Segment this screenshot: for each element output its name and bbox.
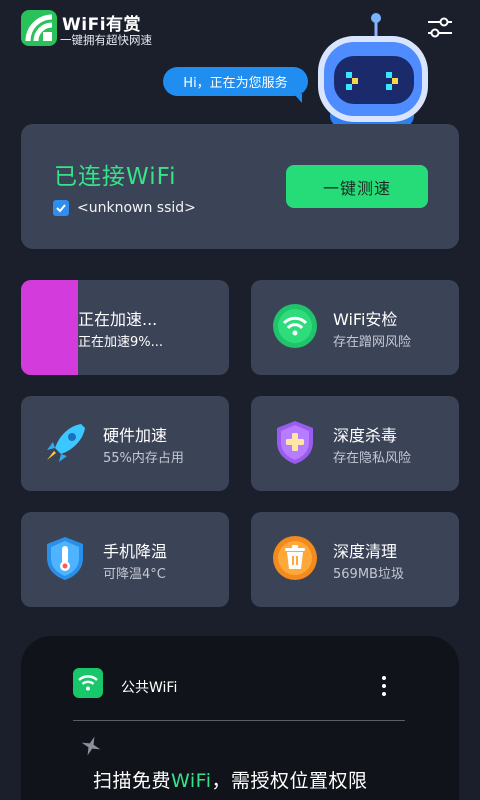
ssid-row: <unknown ssid> [53, 200, 196, 216]
feature-card-cooling[interactable]: 手机降温 可降温4°C [21, 512, 229, 607]
feature-card-cleaning[interactable]: 深度清理 569MB垃圾 [251, 512, 459, 607]
hardware-title: 硬件加速 [103, 426, 168, 445]
sliders-icon[interactable] [426, 14, 454, 42]
hardware-subtitle: 55%内存占用 [103, 451, 184, 466]
thermometer-shield-icon [41, 534, 89, 582]
antivirus-title: 深度杀毒 [333, 426, 398, 445]
feature-card-accelerate[interactable]: 正在加速... 正在加速9%... [21, 280, 229, 375]
wifi-list-panel: 公共WiFi 扫描免费WiFi，需授权位置权限 [21, 636, 459, 800]
scan-suffix: ，需授权位置权限 [211, 770, 368, 792]
more-vertical-icon[interactable] [376, 674, 392, 698]
trash-icon [271, 534, 319, 582]
connection-card: 已连接WiFi <unknown ssid> 一键测速 [21, 124, 459, 249]
app-logo [21, 10, 57, 46]
shield-plus-icon [271, 418, 319, 466]
rocket-icon [41, 418, 89, 466]
wifi-icon [73, 668, 103, 698]
scan-highlight: WiFi [171, 770, 212, 792]
feature-card-wifi-check[interactable]: WiFi安检 存在蹭网风险 [251, 280, 459, 375]
scan-prefix: 扫描免费 [93, 770, 172, 792]
feature-card-antivirus[interactable]: 深度杀毒 存在隐私风险 [251, 396, 459, 491]
wifi-shield-icon [271, 302, 319, 350]
app-tagline: 一键拥有超快网速 [60, 33, 152, 47]
checkmark-icon [53, 200, 69, 216]
speed-test-button[interactable]: 一键测速 [286, 165, 428, 208]
ssid-label: <unknown ssid> [77, 200, 196, 216]
scan-permission-text[interactable]: 扫描免费WiFi，需授权位置权限 [93, 766, 368, 793]
divider [73, 720, 405, 721]
public-wifi-label[interactable]: 公共WiFi [121, 677, 177, 697]
connection-status: 已连接WiFi [54, 164, 177, 190]
wifi-check-title: WiFi安检 [333, 310, 398, 329]
cleaning-title: 深度清理 [333, 542, 398, 561]
accelerate-progress-bar [21, 280, 78, 375]
accelerate-title: 正在加速... [78, 310, 158, 329]
cooling-subtitle: 可降温4°C [103, 567, 166, 582]
cooling-title: 手机降温 [103, 542, 168, 561]
wifi-check-subtitle: 存在蹭网风险 [333, 335, 412, 350]
accelerate-subtitle: 正在加速9%... [78, 335, 164, 350]
antivirus-subtitle: 存在隐私风险 [333, 451, 412, 466]
sparkle-icon [81, 736, 101, 756]
feature-card-hardware[interactable]: 硬件加速 55%内存占用 [21, 396, 229, 491]
assistant-greeting: Hi，正在为您服务 [183, 76, 288, 91]
cleaning-subtitle: 569MB垃圾 [333, 567, 404, 582]
assistant-bubble: Hi，正在为您服务 [163, 67, 308, 103]
